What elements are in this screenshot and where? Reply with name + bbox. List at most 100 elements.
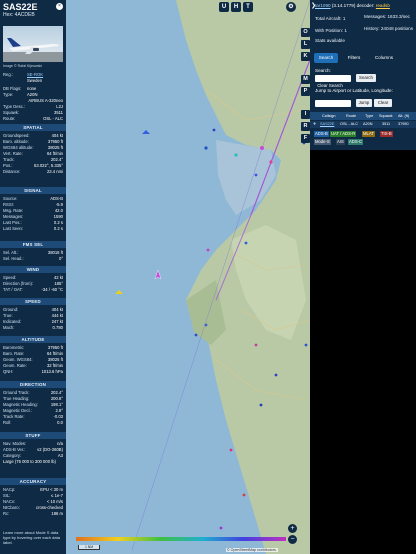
column-type[interactable]: Type <box>365 112 373 120</box>
accuracy-row: SIL: ≤ 1e-7 <box>3 493 63 498</box>
spatial-row: WGS84 altitude: 38025 ft <box>3 145 63 150</box>
layer-button-r[interactable]: R <box>301 122 310 131</box>
signal-row: Last Seen: 0.2 s <box>3 226 63 231</box>
direction-row: Roll: 0.0 <box>3 420 63 425</box>
layer-button-f[interactable]: F <box>301 134 310 143</box>
row-flag-icon: ✈ <box>313 122 317 126</box>
column-callsign[interactable]: Callsign <box>322 112 336 120</box>
zoom-out-button[interactable]: − <box>288 535 297 544</box>
layer-button-i[interactable]: I <box>301 110 310 119</box>
spatial-row: Distance: 23.4 nmi <box>3 169 63 174</box>
wind-row: Direction (from): 185° <box>3 281 63 286</box>
reg-link[interactable]: SE-ROK <box>27 72 43 78</box>
column-route[interactable]: Route <box>346 112 356 120</box>
signal-row: Source: ADS-B <box>3 196 63 201</box>
column-squawk[interactable]: Squawk <box>379 112 393 120</box>
wind-row: TAT / OAT: -34 / -60 °C <box>3 287 63 292</box>
aircraft-table-header: Callsign Route Type Squawk Alt. (ft) <box>310 112 416 120</box>
map-attribution: © OpenStreetMap contributors. <box>226 548 278 552</box>
altitude-row: Geom. WGS84: 38025 ft <box>3 357 63 362</box>
accuracy-row: NICbaro: cross-checked <box>3 505 63 510</box>
signal-row: Last Pos.: 0.2 s <box>3 220 63 225</box>
direction-row: Ground Track: 202.4° <box>3 390 63 395</box>
row-route: OSL - ALC <box>340 122 359 126</box>
section-stuff: STUFF <box>0 432 66 439</box>
tar1090-link[interactable]: tar1090 <box>315 3 331 8</box>
aircraft-photo-image <box>3 38 63 62</box>
zoom-in-button[interactable]: + <box>288 524 297 533</box>
legend-badge: TIS-B <box>380 131 393 137</box>
history-count: History: 24048 positions <box>364 26 414 31</box>
stats-available[interactable]: Stats available <box>315 38 345 44</box>
accuracy-row: NACp: EPU < 30 m <box>3 487 63 492</box>
tab-filters[interactable]: Filters <box>342 53 366 63</box>
reg-row: Reg.: SE-ROK <box>3 72 44 78</box>
section-altitude: ALTITUDE <box>0 336 66 343</box>
fms-row: Sel. Alt.: 38016 ft <box>3 250 63 255</box>
route-row: Route: OSL - ALC <box>3 116 63 121</box>
speed-row: Mach: 0.780 <box>3 325 63 330</box>
column-altitude[interactable]: Alt. (ft) <box>398 112 409 120</box>
table-row[interactable]: ✈ SAS22E OSL - ALC A20N 3511 37950 <box>310 121 416 128</box>
aircraft-photo[interactable] <box>3 26 63 62</box>
fms-row: Sel. Head.: 0° <box>3 256 63 261</box>
layer-button-o[interactable]: O <box>301 28 310 37</box>
map-view[interactable]: U H T ⚙ O L K M P I R F + − 1 NM © OpenS… <box>66 0 310 554</box>
speed-row: True: 444 kt <box>3 313 63 318</box>
altitude-row: QNH: 1013.6 hPa <box>3 369 63 374</box>
type-full-row: AIRBUS A-320neo <box>28 98 63 103</box>
map-button-t[interactable]: T <box>243 2 253 12</box>
section-direction: DIRECTION <box>0 381 66 388</box>
clear-jump-button[interactable]: Clear <box>374 99 392 107</box>
direction-row: True Heading: 200.8° <box>3 396 63 401</box>
aircraft-info-panel: SAS22E Hex: 4ACDEB × Image © Rafal Kijeo… <box>0 0 66 554</box>
section-accuracy: ACCURACY <box>0 478 66 485</box>
with-position: With Position: 1 <box>315 28 347 33</box>
accuracy-row: Rc: 186 m <box>3 511 63 516</box>
map-settings-button[interactable]: ⚙ <box>286 2 296 12</box>
legend-badge: AIS <box>336 139 345 145</box>
accuracy-row: NACv: < 10 m/s <box>3 499 63 504</box>
jump-label: Jump to Airport or Latitude, Longitude: <box>315 88 393 93</box>
direction-row: Magnetic Heading: 198.1° <box>3 402 63 407</box>
speed-row: Indicated: 247 kt <box>3 319 63 324</box>
layer-button-p[interactable]: P <box>301 87 310 96</box>
altitude-row: Baro. Rate: 64 ft/min <box>3 351 63 356</box>
layer-button-l[interactable]: L <box>301 40 310 49</box>
legend-badge: ADS-C <box>348 139 364 145</box>
section-fms: FMS SEL <box>0 241 66 248</box>
row-callsign[interactable]: SAS22E <box>320 121 334 128</box>
version-line: tar1090 (3.14.1779) decoder: readsb <box>315 3 390 8</box>
jump-button[interactable]: Jump <box>356 99 372 107</box>
search-button[interactable]: Search <box>356 74 376 82</box>
spatial-row: Pos.: 53.022°, 5.335° <box>3 163 63 168</box>
spatial-row: Vert. Rate: 64 ft/min <box>3 151 63 156</box>
altitude-row: Geom. Rate: 32 ft/min <box>3 363 63 368</box>
squawk-row: Squawk: 3511 <box>3 110 63 115</box>
row-type: A20N <box>363 122 373 126</box>
spatial-row: Baro. altitude: 37950 ft <box>3 139 63 144</box>
layer-button-k[interactable]: K <box>301 52 310 61</box>
row-altitude: 37950 <box>398 122 409 126</box>
stuff-row: Nav. Modes: n/a <box>3 441 63 446</box>
photo-credit: Image © Rafal Kijeowski <box>3 64 42 68</box>
type-desc-row: Type Desc.: L2J <box>3 104 63 109</box>
tab-search[interactable]: Search <box>314 53 338 63</box>
section-speed: SPEED <box>0 298 66 305</box>
decoder-link[interactable]: readsb <box>376 3 390 8</box>
legend-badge: MLAT <box>362 131 375 137</box>
search-input[interactable] <box>315 75 351 82</box>
map-button-u[interactable]: U <box>219 2 229 12</box>
jump-input[interactable] <box>315 100 351 107</box>
map-canvas[interactable] <box>66 0 310 554</box>
close-icon[interactable]: × <box>56 3 63 10</box>
sidebar-panel: ❯ tar1090 (3.14.1779) decoder: readsb To… <box>310 0 416 554</box>
sidebar-empty-area <box>310 150 416 554</box>
tab-columns[interactable]: Columns <box>370 53 398 63</box>
legend-badge: Mode-S <box>314 139 331 145</box>
info-header: SAS22E Hex: 4ACDEB × <box>0 0 66 24</box>
map-button-h[interactable]: H <box>231 2 241 12</box>
signal-row: Messages: 1590 <box>3 214 63 219</box>
spatial-row: Groundspeed: 404 kt <box>3 133 63 138</box>
layer-button-m[interactable]: M <box>301 75 310 84</box>
